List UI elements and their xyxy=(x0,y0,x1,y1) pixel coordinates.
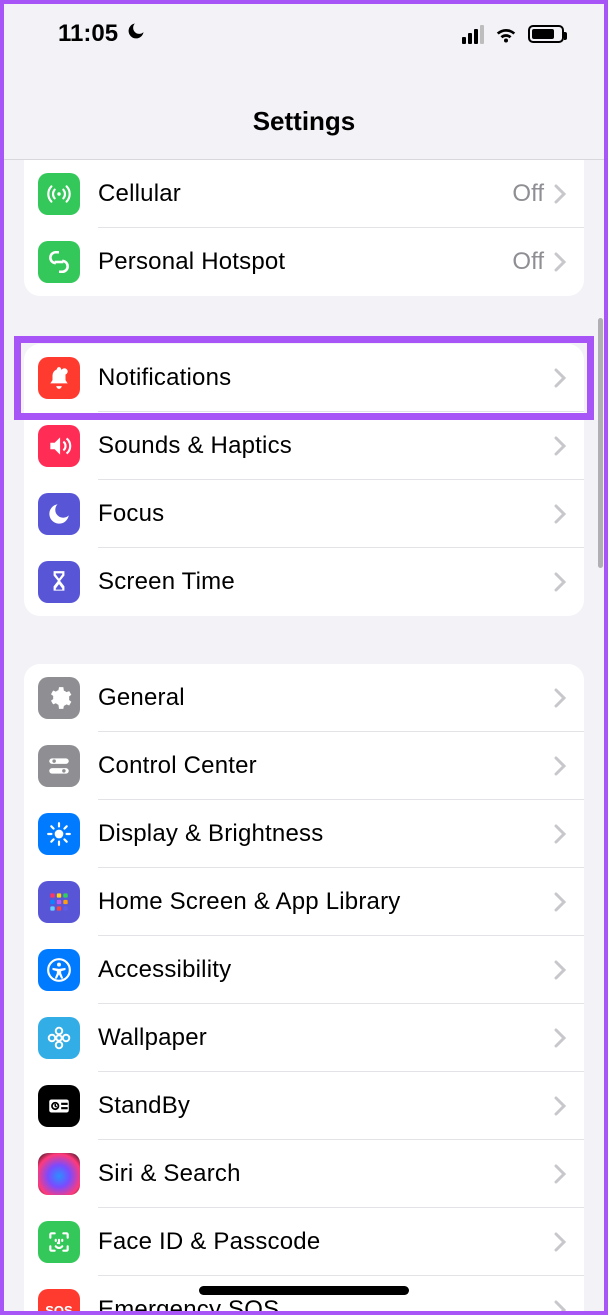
row-label: Face ID & Passcode xyxy=(98,1228,554,1256)
scroll-indicator xyxy=(598,318,603,568)
sos-icon: SOS xyxy=(38,1289,80,1311)
switches-icon xyxy=(38,745,80,787)
row-controlcenter[interactable]: Control Center xyxy=(24,732,584,800)
settings-group-attention: Notifications Sounds & Haptics Focus xyxy=(24,344,584,616)
row-faceid[interactable]: Face ID & Passcode xyxy=(24,1208,584,1276)
row-detail: Off xyxy=(512,180,544,208)
chevron-right-icon xyxy=(554,1300,566,1311)
row-label: Focus xyxy=(98,500,554,528)
row-general[interactable]: General xyxy=(24,664,584,732)
row-sounds[interactable]: Sounds & Haptics xyxy=(24,412,584,480)
cell-signal-icon xyxy=(462,25,484,44)
hourglass-icon xyxy=(38,561,80,603)
gear-icon xyxy=(38,677,80,719)
status-bar: 11:05 xyxy=(4,4,604,64)
focus-moon-icon xyxy=(126,21,146,47)
row-label: Home Screen & App Library xyxy=(98,888,554,916)
row-detail: Off xyxy=(512,248,544,276)
chevron-right-icon xyxy=(554,824,566,844)
chevron-right-icon xyxy=(554,504,566,524)
row-accessibility[interactable]: Accessibility xyxy=(24,936,584,1004)
row-wallpaper[interactable]: Wallpaper xyxy=(24,1004,584,1072)
settings-group-general: General Control Center Display & Brightn… xyxy=(24,664,584,1311)
chevron-right-icon xyxy=(554,1028,566,1048)
row-label: Screen Time xyxy=(98,568,554,596)
row-label: Control Center xyxy=(98,752,554,780)
moon-icon xyxy=(38,493,80,535)
row-label: Sounds & Haptics xyxy=(98,432,554,460)
chevron-right-icon xyxy=(554,184,566,204)
row-label: Wallpaper xyxy=(98,1024,554,1052)
bell-icon xyxy=(38,357,80,399)
siri-icon xyxy=(38,1153,80,1195)
chevron-right-icon xyxy=(554,1164,566,1184)
chevron-right-icon xyxy=(554,892,566,912)
page-title: Settings xyxy=(4,64,604,160)
sun-icon xyxy=(38,813,80,855)
row-label: Notifications xyxy=(98,364,554,392)
speaker-icon xyxy=(38,425,80,467)
row-label: Cellular xyxy=(98,180,512,208)
flower-icon xyxy=(38,1017,80,1059)
link-icon xyxy=(38,241,80,283)
row-label: StandBy xyxy=(98,1092,554,1120)
row-display[interactable]: Display & Brightness xyxy=(24,800,584,868)
clock-card-icon xyxy=(38,1085,80,1127)
row-siri[interactable]: Siri & Search xyxy=(24,1140,584,1208)
wifi-icon xyxy=(494,24,518,44)
chevron-right-icon xyxy=(554,1096,566,1116)
accessibility-icon xyxy=(38,949,80,991)
row-notifications[interactable]: Notifications xyxy=(24,344,584,412)
row-label: Display & Brightness xyxy=(98,820,554,848)
home-indicator xyxy=(199,1286,409,1295)
row-cellular[interactable]: Cellular Off xyxy=(24,160,584,228)
row-label: Emergency SOS xyxy=(98,1296,554,1311)
row-label: Accessibility xyxy=(98,956,554,984)
chevron-right-icon xyxy=(554,572,566,592)
chevron-right-icon xyxy=(554,960,566,980)
status-time: 11:05 xyxy=(58,20,118,48)
row-screentime[interactable]: Screen Time xyxy=(24,548,584,616)
chevron-right-icon xyxy=(554,756,566,776)
row-label: General xyxy=(98,684,554,712)
row-hotspot[interactable]: Personal Hotspot Off xyxy=(24,228,584,296)
row-label: Siri & Search xyxy=(98,1160,554,1188)
chevron-right-icon xyxy=(554,252,566,272)
chevron-right-icon xyxy=(554,368,566,388)
row-homescreen[interactable]: Home Screen & App Library xyxy=(24,868,584,936)
chevron-right-icon xyxy=(554,688,566,708)
apps-grid-icon xyxy=(38,881,80,923)
battery-icon xyxy=(528,25,564,43)
chevron-right-icon xyxy=(554,436,566,456)
antenna-icon xyxy=(38,173,80,215)
row-label: Personal Hotspot xyxy=(98,248,512,276)
settings-group-connectivity: Cellular Off Personal Hotspot Off xyxy=(24,160,584,296)
settings-list: Cellular Off Personal Hotspot Off xyxy=(4,160,604,1311)
row-standby[interactable]: StandBy xyxy=(24,1072,584,1140)
row-focus[interactable]: Focus xyxy=(24,480,584,548)
faceid-icon xyxy=(38,1221,80,1263)
chevron-right-icon xyxy=(554,1232,566,1252)
